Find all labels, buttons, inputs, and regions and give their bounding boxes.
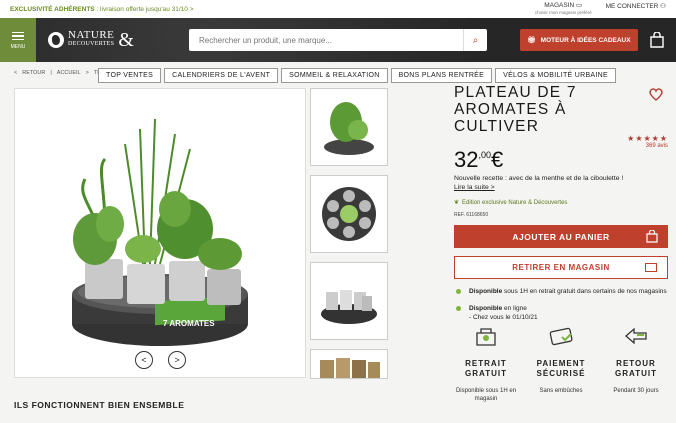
svg-text:7 AROMATES: 7 AROMATES [163, 319, 215, 328]
service-return: RETOUR GRATUIT Pendant 30 jours [604, 324, 668, 403]
category-bons-plans[interactable]: BONS PLANS RENTRÉE [390, 68, 493, 83]
available-dot-icon [456, 289, 461, 294]
return-arrow-icon [625, 327, 647, 345]
product-price: 32,00€ [454, 147, 504, 172]
availability-online: Disponible en ligne - Chez vous le 01/10/… [454, 304, 668, 322]
cart-icon [650, 32, 664, 48]
herb-tray-image: 7 AROMATES [72, 118, 248, 346]
search-icon: ⌕ [472, 34, 479, 46]
cart-button[interactable] [648, 29, 666, 51]
menu-icon [12, 30, 24, 43]
search-input[interactable] [189, 35, 463, 45]
product-description: Nouvelle recette : avec de la menthe et … [454, 175, 624, 182]
thumbnail-2[interactable] [310, 175, 388, 253]
breadcrumb-home[interactable]: ACCUEIL [57, 70, 81, 76]
top-bar: EXCLUSIVITÉ ADHÉRENTS : livraison offert… [0, 0, 676, 18]
product-page: < RETOUR | ACCUEIL > THÉ TOP VENTES CALE… [0, 62, 676, 423]
store-icon [645, 263, 657, 272]
chevron-left-icon: < [141, 355, 147, 365]
read-more-link[interactable]: Lire la suite > [454, 184, 668, 191]
service-pickup: RETRAIT GRATUIT Disponible sous 1H en mag… [454, 324, 518, 403]
card-icon [549, 327, 573, 346]
store-icon: ▭ [576, 2, 583, 9]
user-icon: ⚇ [660, 3, 666, 10]
menu-button[interactable]: MENU [0, 18, 36, 62]
pickup-in-store-button[interactable]: RETIRER EN MAGASIN [454, 256, 668, 279]
category-sommeil[interactable]: SOMMEIL & RELAXATION [281, 68, 388, 83]
next-image-button[interactable]: > [168, 351, 186, 369]
promo-banner[interactable]: EXCLUSIVITÉ ADHÉRENTS : livraison offert… [10, 6, 194, 13]
globe-logo-icon [48, 32, 64, 48]
heart-icon[interactable] [648, 86, 664, 102]
star-rating-icons: ★★★★★ [627, 134, 668, 143]
bag-icon [646, 230, 658, 243]
service-payment: PAIEMENT SÉCURISÉ Sans embûches [529, 324, 593, 403]
location-pin-icon [476, 328, 496, 346]
main-product-image[interactable]: 7 AROMATES < > [14, 88, 306, 378]
gift-icon: 🎁︎ [527, 37, 536, 44]
related-products-heading: ILS FONCTIONNENT BIEN ENSEMBLE [14, 400, 185, 410]
leaf-icon: ❦ [454, 200, 460, 206]
gift-ideas-button[interactable]: 🎁︎ MOTEUR À IDÉES CADEAUX [520, 29, 638, 51]
login-link[interactable]: ME CONNECTER ⚇ [606, 2, 666, 10]
main-header: MENU NATUREDECOUVERTES & ⌕ 🎁︎ MOTEUR À I… [0, 18, 676, 62]
store-selector[interactable]: MAGASIN ▭ choisir mon magasin préféré [535, 2, 592, 16]
availability-store: Disponible sous 1H en retrait gratuit da… [454, 287, 668, 296]
exclusive-badge: ❦ Edition exclusive Nature & Découvertes [454, 199, 568, 207]
store-sublabel: choisir mon magasin préféré [534, 10, 592, 15]
category-top-ventes[interactable]: TOP VENTES [98, 68, 162, 83]
back-link[interactable]: RETOUR [22, 70, 45, 76]
services-row: RETRAIT GRATUIT Disponible sous 1H en mag… [454, 324, 668, 403]
product-ref: REF. 61168650 [454, 212, 489, 218]
thumbnail-1[interactable] [310, 88, 388, 166]
available-dot-icon [456, 306, 461, 311]
thumbnail-3[interactable] [310, 262, 388, 340]
breadcrumb: < RETOUR | ACCUEIL > THÉ [14, 70, 105, 76]
review-count: 369 avis [645, 143, 668, 149]
search-button[interactable]: ⌕ [463, 29, 487, 51]
category-velos[interactable]: VÉLOS & MOBILITÉ URBAINE [495, 68, 616, 83]
add-to-cart-button[interactable]: AJOUTER AU PANIER [454, 225, 668, 248]
store-label: MAGASIN [544, 2, 575, 9]
product-title: PLATEAU DE 7 AROMATES À CULTIVER [454, 84, 577, 135]
thumbnail-4[interactable] [310, 349, 388, 379]
search-bar: ⌕ [189, 29, 487, 51]
prev-image-button[interactable]: < [135, 351, 153, 369]
rating[interactable]: ★★★★★ 369 avis [627, 134, 668, 149]
product-info: PLATEAU DE 7 AROMATES À CULTIVER 32,00€ … [454, 84, 668, 322]
logo[interactable]: NATURE DECOUVERTES & [48, 29, 134, 52]
chevron-right-icon: > [174, 355, 180, 365]
thumbnail-list [310, 88, 388, 388]
category-menu: TOP VENTES CALENDRIERS DE L'AVENT SOMMEI… [98, 68, 616, 83]
category-calendriers[interactable]: CALENDRIERS DE L'AVENT [164, 68, 279, 83]
